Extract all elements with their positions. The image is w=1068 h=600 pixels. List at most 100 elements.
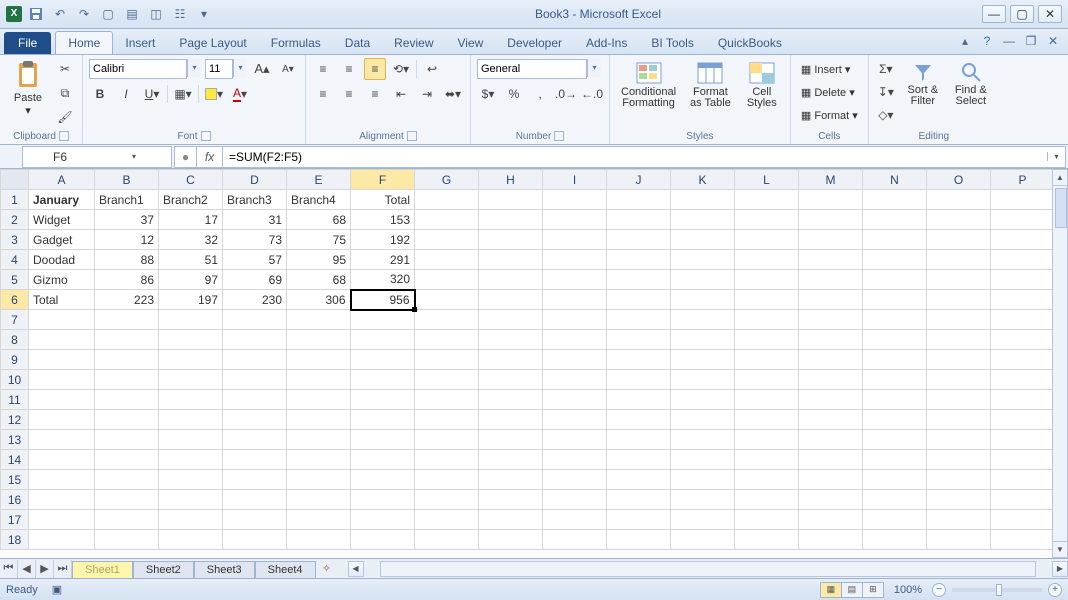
- cell-M12[interactable]: [799, 410, 863, 430]
- cell-M5[interactable]: [799, 270, 863, 290]
- autosum-button[interactable]: Σ▾: [875, 58, 897, 80]
- cell-O17[interactable]: [927, 510, 991, 530]
- qat-dropdown[interactable]: ▾: [194, 4, 214, 24]
- cell-F4[interactable]: 291: [351, 250, 415, 270]
- comma-format-button[interactable]: ,: [529, 83, 551, 105]
- zoom-out-button[interactable]: −: [932, 583, 946, 597]
- cell-E14[interactable]: [287, 450, 351, 470]
- cell-M1[interactable]: [799, 190, 863, 210]
- cell-J4[interactable]: [607, 250, 671, 270]
- cell-L18[interactable]: [735, 530, 799, 550]
- cell-I13[interactable]: [543, 430, 607, 450]
- italic-button[interactable]: I: [115, 83, 137, 105]
- alignment-dialog-launcher[interactable]: [407, 131, 417, 141]
- cell-N5[interactable]: [863, 270, 927, 290]
- cell-M6[interactable]: [799, 290, 863, 310]
- column-header-N[interactable]: N: [863, 170, 927, 190]
- cell-N6[interactable]: [863, 290, 927, 310]
- scroll-down-button[interactable]: ▼: [1053, 541, 1067, 557]
- ribbon-tab-developer[interactable]: Developer: [495, 32, 574, 54]
- cell-G14[interactable]: [415, 450, 479, 470]
- cell-O3[interactable]: [927, 230, 991, 250]
- ribbon-tab-bi-tools[interactable]: BI Tools: [639, 32, 705, 54]
- cell-E7[interactable]: [287, 310, 351, 330]
- fill-color-button[interactable]: ▾: [203, 83, 225, 105]
- cell-J9[interactable]: [607, 350, 671, 370]
- row-header-10[interactable]: 10: [1, 370, 29, 390]
- cell-I5[interactable]: [543, 270, 607, 290]
- cell-I3[interactable]: [543, 230, 607, 250]
- cell-O4[interactable]: [927, 250, 991, 270]
- cell-G15[interactable]: [415, 470, 479, 490]
- cell-P10[interactable]: [991, 370, 1055, 390]
- cell-D3[interactable]: 73: [223, 230, 287, 250]
- cell-F9[interactable]: [351, 350, 415, 370]
- cell-K2[interactable]: [671, 210, 735, 230]
- cell-J17[interactable]: [607, 510, 671, 530]
- sheet-tab-sheet1[interactable]: Sheet1: [72, 561, 133, 578]
- cell-B4[interactable]: 88: [95, 250, 159, 270]
- column-header-I[interactable]: I: [543, 170, 607, 190]
- cell-J6[interactable]: [607, 290, 671, 310]
- cell-C6[interactable]: 197: [159, 290, 223, 310]
- cell-N17[interactable]: [863, 510, 927, 530]
- cell-E3[interactable]: 75: [287, 230, 351, 250]
- cell-N13[interactable]: [863, 430, 927, 450]
- cell-E11[interactable]: [287, 390, 351, 410]
- row-header-8[interactable]: 8: [1, 330, 29, 350]
- cut-button[interactable]: ✂: [54, 58, 76, 80]
- clipboard-dialog-launcher[interactable]: [59, 131, 69, 141]
- cell-B3[interactable]: 12: [95, 230, 159, 250]
- cell-L8[interactable]: [735, 330, 799, 350]
- vertical-scrollbar[interactable]: ▲ ▼: [1052, 169, 1068, 558]
- fx-icon[interactable]: fx: [197, 147, 223, 167]
- cell-B2[interactable]: 37: [95, 210, 159, 230]
- cell-P3[interactable]: [991, 230, 1055, 250]
- clear-button[interactable]: ◇▾: [875, 104, 897, 126]
- worksheet-grid[interactable]: ABCDEFGHIJKLMNOP1JanuaryBranch1Branch2Br…: [0, 169, 1055, 550]
- zoom-level[interactable]: 100%: [894, 584, 922, 596]
- row-header-15[interactable]: 15: [1, 470, 29, 490]
- cell-J7[interactable]: [607, 310, 671, 330]
- cell-N18[interactable]: [863, 530, 927, 550]
- row-header-3[interactable]: 3: [1, 230, 29, 250]
- cell-M4[interactable]: [799, 250, 863, 270]
- cell-N15[interactable]: [863, 470, 927, 490]
- cell-E10[interactable]: [287, 370, 351, 390]
- sheet-tab-sheet4[interactable]: Sheet4: [255, 561, 316, 578]
- cell-K18[interactable]: [671, 530, 735, 550]
- cell-H1[interactable]: [479, 190, 543, 210]
- cell-J18[interactable]: [607, 530, 671, 550]
- row-header-13[interactable]: 13: [1, 430, 29, 450]
- minimize-ribbon-button[interactable]: ▴: [956, 32, 974, 50]
- cell-A3[interactable]: Gadget: [29, 230, 95, 250]
- minimize-button[interactable]: —: [982, 5, 1006, 23]
- cell-I14[interactable]: [543, 450, 607, 470]
- cell-P2[interactable]: [991, 210, 1055, 230]
- row-header-12[interactable]: 12: [1, 410, 29, 430]
- cell-L2[interactable]: [735, 210, 799, 230]
- cell-C12[interactable]: [159, 410, 223, 430]
- cell-B16[interactable]: [95, 490, 159, 510]
- row-header-18[interactable]: 18: [1, 530, 29, 550]
- horizontal-scrollbar[interactable]: ◀ ▶: [348, 561, 1068, 577]
- cell-L3[interactable]: [735, 230, 799, 250]
- ribbon-tab-add-ins[interactable]: Add-Ins: [574, 32, 639, 54]
- column-header-J[interactable]: J: [607, 170, 671, 190]
- grow-font-button[interactable]: A▴: [251, 58, 273, 80]
- align-top-button[interactable]: ≡: [312, 58, 334, 80]
- align-left-button[interactable]: ≡: [312, 83, 334, 105]
- cell-O1[interactable]: [927, 190, 991, 210]
- cell-L13[interactable]: [735, 430, 799, 450]
- paste-button[interactable]: Paste▾: [6, 58, 50, 120]
- format-cells-button[interactable]: ▦ Format ▾: [801, 109, 858, 122]
- cell-J8[interactable]: [607, 330, 671, 350]
- cell-P4[interactable]: [991, 250, 1055, 270]
- cell-E4[interactable]: 95: [287, 250, 351, 270]
- cell-G12[interactable]: [415, 410, 479, 430]
- cell-F13[interactable]: [351, 430, 415, 450]
- font-dialog-launcher[interactable]: [201, 131, 211, 141]
- cell-H12[interactable]: [479, 410, 543, 430]
- cell-I15[interactable]: [543, 470, 607, 490]
- cell-J3[interactable]: [607, 230, 671, 250]
